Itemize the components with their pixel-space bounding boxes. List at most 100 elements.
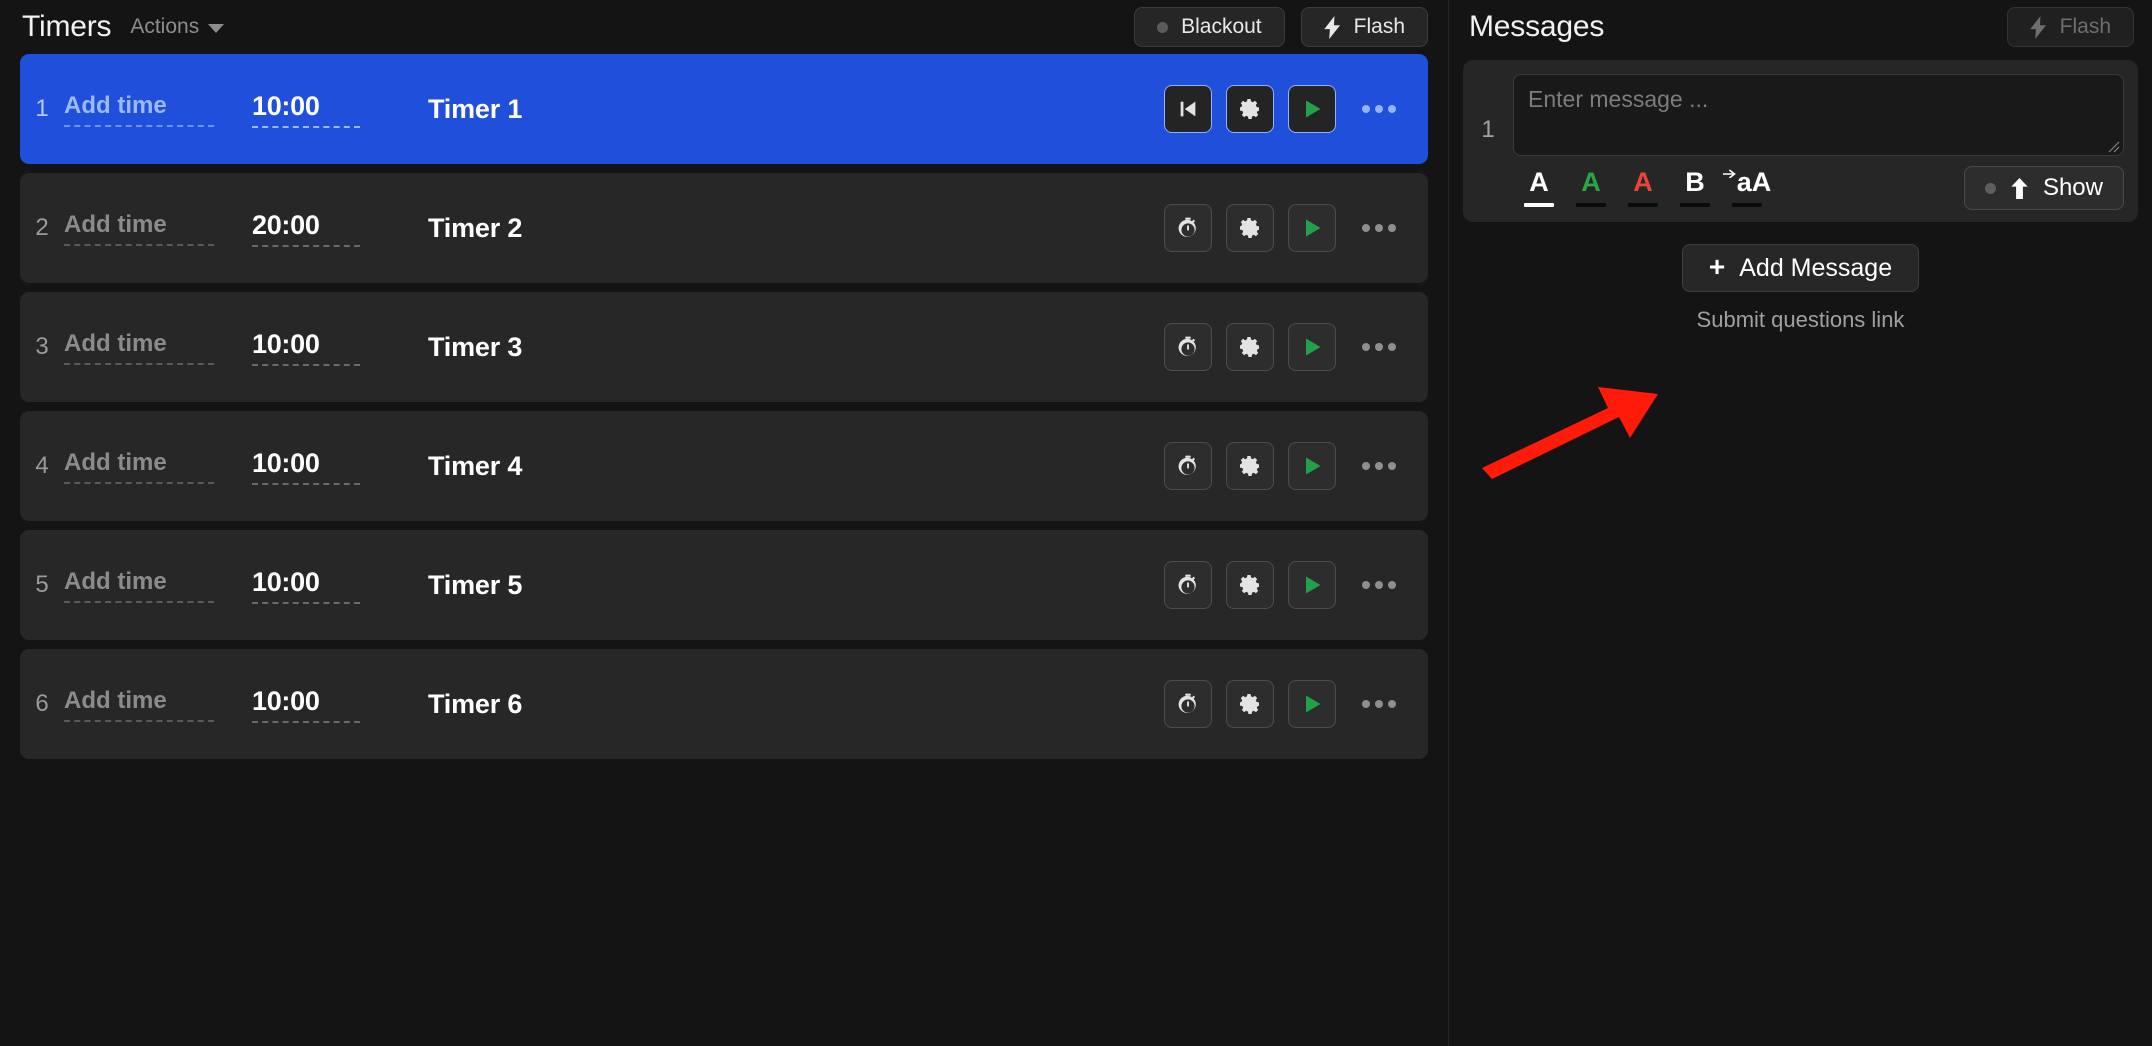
format-underline-indicator — [1576, 203, 1606, 207]
add-time-field[interactable]: Add time — [64, 568, 214, 603]
settings-button[interactable] — [1226, 680, 1274, 728]
page-title: Timers — [22, 10, 112, 43]
timer-name[interactable]: Timer 5 — [428, 570, 522, 601]
add-time-field[interactable]: Add time — [64, 92, 214, 127]
add-message-label: Add Message — [1739, 253, 1893, 282]
timer-more-menu[interactable] — [1356, 442, 1402, 490]
bolt-icon — [1323, 15, 1341, 39]
table-row[interactable]: 6 Add time 10:00 Timer 6 — [20, 649, 1428, 759]
settings-button[interactable] — [1226, 204, 1274, 252]
more-dot — [1362, 343, 1370, 351]
timer-duration-field[interactable]: 10:00 — [252, 329, 360, 366]
more-dot — [1388, 700, 1396, 708]
format-glyph: B — [1685, 167, 1705, 197]
timer-duration-field[interactable]: 10:00 — [252, 567, 360, 604]
timer-duration-field[interactable]: 10:00 — [252, 686, 360, 723]
play-button[interactable] — [1288, 442, 1336, 490]
play-icon — [1306, 576, 1321, 594]
message-input-row: 1 — [1477, 74, 2124, 156]
timer-duration-field[interactable]: 20:00 — [252, 210, 360, 247]
play-button[interactable] — [1288, 680, 1336, 728]
timer-more-menu[interactable] — [1356, 561, 1402, 609]
timer-more-menu[interactable] — [1356, 323, 1402, 371]
more-dot — [1362, 105, 1370, 113]
play-icon — [1306, 100, 1321, 118]
add-time-field[interactable]: Add time — [64, 449, 214, 484]
gear-icon — [1240, 575, 1260, 595]
messages-flash-button[interactable]: Flash — [2006, 7, 2134, 47]
rewind-to-start-button[interactable] — [1164, 85, 1212, 133]
timer-more-menu[interactable] — [1356, 85, 1402, 133]
table-row[interactable]: 4 Add time 10:00 Timer 4 — [20, 411, 1428, 521]
bold-button[interactable]: B — [1669, 166, 1721, 210]
flash-button-label: Flash — [1353, 15, 1405, 38]
timer-more-menu[interactable] — [1356, 204, 1402, 252]
timer-name[interactable]: Timer 6 — [428, 689, 522, 720]
messages-header: Messages Flash — [1449, 0, 2152, 54]
table-row[interactable]: 3 Add time 10:00 Timer 3 — [20, 292, 1428, 402]
stopwatch-button[interactable] — [1164, 442, 1212, 490]
settings-button[interactable] — [1226, 561, 1274, 609]
submit-questions-link[interactable]: Submit questions link — [1697, 307, 1905, 333]
timer-name[interactable]: Timer 4 — [428, 451, 522, 482]
add-time-field[interactable]: Add time — [64, 211, 214, 246]
settings-button[interactable] — [1226, 85, 1274, 133]
table-row[interactable]: 2 Add time 20:00 Timer 2 — [20, 173, 1428, 283]
play-icon — [1306, 695, 1321, 713]
messages-flash-label: Flash — [2059, 15, 2111, 38]
settings-button[interactable] — [1226, 323, 1274, 371]
timer-name[interactable]: Timer 3 — [428, 332, 522, 363]
timers-list: 1 Add time 10:00 Timer 1 2 Add time 20:0… — [0, 54, 1448, 1046]
more-dot — [1388, 343, 1396, 351]
more-dot — [1362, 700, 1370, 708]
message-input[interactable] — [1513, 74, 2124, 156]
stopwatch-icon — [1178, 217, 1196, 237]
add-time-field[interactable]: Add time — [64, 687, 214, 722]
timer-name[interactable]: Timer 1 — [428, 94, 522, 125]
timers-panel: Timers Actions Blackout Flash 1 Add time… — [0, 0, 1448, 1046]
settings-button[interactable] — [1226, 442, 1274, 490]
flash-button[interactable]: Flash — [1300, 7, 1428, 47]
text-color-green-button[interactable]: A — [1565, 166, 1617, 210]
timer-name[interactable]: Timer 2 — [428, 213, 522, 244]
message-index: 1 — [1481, 116, 1495, 143]
play-icon — [1306, 457, 1321, 475]
add-message-button[interactable]: + Add Message — [1681, 244, 1920, 292]
format-underline-indicator — [1524, 203, 1554, 207]
stopwatch-icon — [1178, 574, 1196, 594]
stopwatch-button[interactable] — [1164, 323, 1212, 371]
timers-header-actions: Blackout Flash — [1134, 7, 1428, 47]
format-glyph: A — [1633, 167, 1653, 197]
table-row[interactable]: 1 Add time 10:00 Timer 1 — [20, 54, 1428, 164]
show-message-button[interactable]: Show — [1963, 166, 2124, 210]
play-button[interactable] — [1288, 204, 1336, 252]
text-color-white-button[interactable]: A — [1513, 166, 1565, 210]
messages-title: Messages — [1469, 10, 1605, 43]
text-case-button[interactable]: aA — [1721, 166, 1773, 210]
stopwatch-icon — [1178, 455, 1196, 475]
rewind-to-start-icon — [1180, 101, 1196, 117]
blackout-button-label: Blackout — [1181, 15, 1262, 38]
stopwatch-button[interactable] — [1164, 561, 1212, 609]
more-dot — [1362, 462, 1370, 470]
chevron-down-icon — [208, 24, 225, 33]
timer-more-menu[interactable] — [1356, 680, 1402, 728]
stopwatch-icon — [1178, 336, 1196, 356]
play-button[interactable] — [1288, 85, 1336, 133]
app-root: Timers Actions Blackout Flash 1 Add time… — [0, 0, 2152, 1046]
stopwatch-button[interactable] — [1164, 680, 1212, 728]
table-row[interactable]: 5 Add time 10:00 Timer 5 — [20, 530, 1428, 640]
blackout-button[interactable]: Blackout — [1134, 7, 1285, 47]
play-button[interactable] — [1288, 561, 1336, 609]
timer-duration-field[interactable]: 10:00 — [252, 91, 360, 128]
actions-dropdown[interactable]: Actions — [130, 15, 225, 39]
text-color-red-button[interactable]: A — [1617, 166, 1669, 210]
play-icon — [1306, 219, 1321, 237]
message-textarea-wrapper — [1513, 74, 2124, 156]
stopwatch-button[interactable] — [1164, 204, 1212, 252]
more-dot — [1375, 462, 1383, 470]
timer-duration-field[interactable]: 10:00 — [252, 448, 360, 485]
plus-icon: + — [1708, 251, 1726, 282]
add-time-field[interactable]: Add time — [64, 330, 214, 365]
play-button[interactable] — [1288, 323, 1336, 371]
